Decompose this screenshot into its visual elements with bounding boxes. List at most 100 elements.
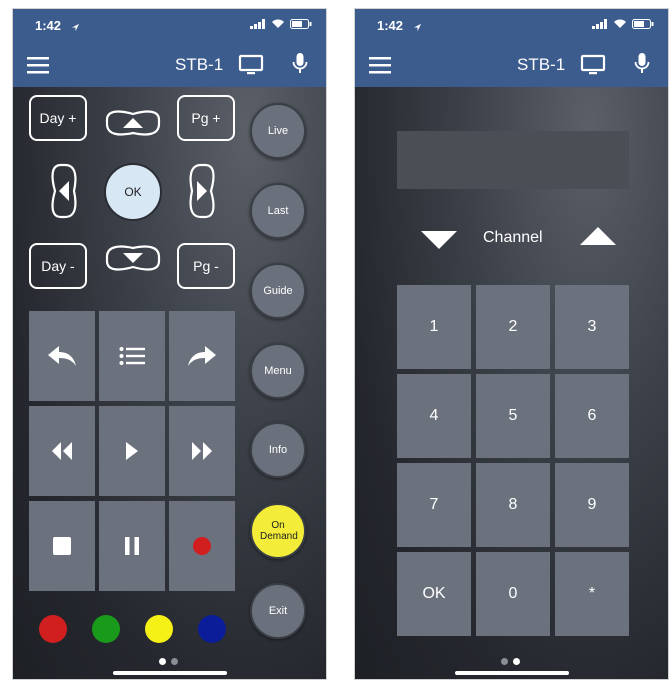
info-button[interactable]: Info <box>250 422 306 478</box>
hamburger-menu-icon[interactable] <box>27 56 49 74</box>
page-down-button[interactable]: Pg - <box>177 243 235 289</box>
exit-label: Exit <box>268 605 288 617</box>
down-arrow-button[interactable] <box>101 241 165 275</box>
tv-icon[interactable] <box>238 54 264 76</box>
key-label: * <box>588 585 596 602</box>
yellow-button[interactable] <box>145 615 173 643</box>
wifi-icon <box>272 19 284 28</box>
key-label: 7 <box>429 496 439 513</box>
list-icon <box>119 347 145 365</box>
key-3[interactable]: 3 <box>555 285 629 369</box>
ok-button[interactable]: OK <box>104 163 162 221</box>
stop-button[interactable] <box>29 501 95 591</box>
down-triangle-icon <box>421 231 457 249</box>
key-label: 0 <box>508 585 518 602</box>
key-5[interactable]: 5 <box>476 374 550 458</box>
key-label: 1 <box>429 318 439 335</box>
page-dot-1 <box>501 658 508 665</box>
list-button[interactable] <box>99 311 165 401</box>
live-label: Live <box>267 125 289 137</box>
page-down-label: Pg - <box>193 258 219 274</box>
left-arrow-icon <box>59 181 69 201</box>
page-indicator[interactable] <box>159 658 178 665</box>
key-label: 3 <box>587 318 597 335</box>
signal-icon <box>250 19 265 29</box>
guide-button[interactable]: Guide <box>250 263 306 319</box>
key-label: 9 <box>587 496 597 513</box>
home-indicator[interactable] <box>455 671 569 675</box>
day-plus-label: Day + <box>39 110 77 126</box>
remote-screen: 1:42 STB-1 Day + Pg + Day - Pg - OK Live… <box>12 8 327 680</box>
battery-icon <box>632 19 654 29</box>
menu-label: Menu <box>264 365 292 377</box>
channel-up-button[interactable] <box>580 227 616 245</box>
on-demand-button[interactable]: On Demand <box>250 503 306 559</box>
key-label: OK <box>422 585 446 602</box>
key-label: 5 <box>508 407 518 424</box>
last-label: Last <box>267 205 289 217</box>
location-icon <box>71 19 80 37</box>
channel-display <box>397 131 629 189</box>
nav-bar: STB-1 <box>13 43 326 87</box>
keypad-screen: 1:42 STB-1 Channel 1 2 3 4 5 6 7 8 9 OK … <box>354 8 669 680</box>
key-6[interactable]: 6 <box>555 374 629 458</box>
tv-icon[interactable] <box>580 54 606 76</box>
channel-down-button[interactable] <box>421 231 457 249</box>
menu-button[interactable]: Menu <box>250 343 306 399</box>
page-up-button[interactable]: Pg + <box>177 95 235 141</box>
channel-label: Channel <box>483 229 543 246</box>
device-name[interactable]: STB-1 <box>517 55 565 75</box>
play-icon <box>126 442 138 460</box>
green-button[interactable] <box>92 615 120 643</box>
fast-forward-button[interactable] <box>169 406 235 496</box>
status-bar: 1:42 <box>355 9 668 43</box>
pause-icon <box>125 537 139 555</box>
key-2[interactable]: 2 <box>476 285 550 369</box>
key-9[interactable]: 9 <box>555 463 629 547</box>
key-label: 4 <box>429 407 439 424</box>
right-arrow-icon <box>197 181 207 201</box>
last-button[interactable]: Last <box>250 183 306 239</box>
record-icon <box>193 537 211 555</box>
day-minus-button[interactable]: Day - <box>29 243 87 289</box>
key-4[interactable]: 4 <box>397 374 471 458</box>
rewind-button[interactable] <box>29 406 95 496</box>
back-arrow-icon <box>48 346 76 366</box>
forward-arrow-icon <box>188 346 216 366</box>
key-8[interactable]: 8 <box>476 463 550 547</box>
home-indicator[interactable] <box>113 671 227 675</box>
back-button[interactable] <box>29 311 95 401</box>
page-indicator[interactable] <box>501 658 520 665</box>
hamburger-menu-icon[interactable] <box>369 56 391 74</box>
key-0[interactable]: 0 <box>476 552 550 636</box>
info-label: Info <box>268 444 288 456</box>
live-button[interactable]: Live <box>250 103 306 159</box>
battery-icon <box>290 19 312 29</box>
day-plus-button[interactable]: Day + <box>29 95 87 141</box>
nav-bar: STB-1 <box>355 43 668 87</box>
right-arrow-button[interactable] <box>185 159 219 223</box>
key-label: 2 <box>508 318 518 335</box>
key-7[interactable]: 7 <box>397 463 471 547</box>
pause-button[interactable] <box>99 501 165 591</box>
up-arrow-button[interactable] <box>101 106 165 140</box>
record-button[interactable] <box>169 501 235 591</box>
red-button[interactable] <box>39 615 67 643</box>
microphone-icon[interactable] <box>292 52 308 76</box>
microphone-icon[interactable] <box>634 52 650 76</box>
key-label: 6 <box>587 407 597 424</box>
key-label: 8 <box>508 496 518 513</box>
left-arrow-button[interactable] <box>47 159 81 223</box>
key-star[interactable]: * <box>555 552 629 636</box>
key-ok[interactable]: OK <box>397 552 471 636</box>
key-1[interactable]: 1 <box>397 285 471 369</box>
play-button[interactable] <box>99 406 165 496</box>
signal-icon <box>592 19 607 29</box>
forward-share-button[interactable] <box>169 311 235 401</box>
page-dot-1 <box>159 658 166 665</box>
blue-button[interactable] <box>198 615 226 643</box>
page-dot-2 <box>513 658 520 665</box>
device-name[interactable]: STB-1 <box>175 55 223 75</box>
exit-button[interactable]: Exit <box>250 583 306 639</box>
up-arrow-icon <box>123 118 143 128</box>
